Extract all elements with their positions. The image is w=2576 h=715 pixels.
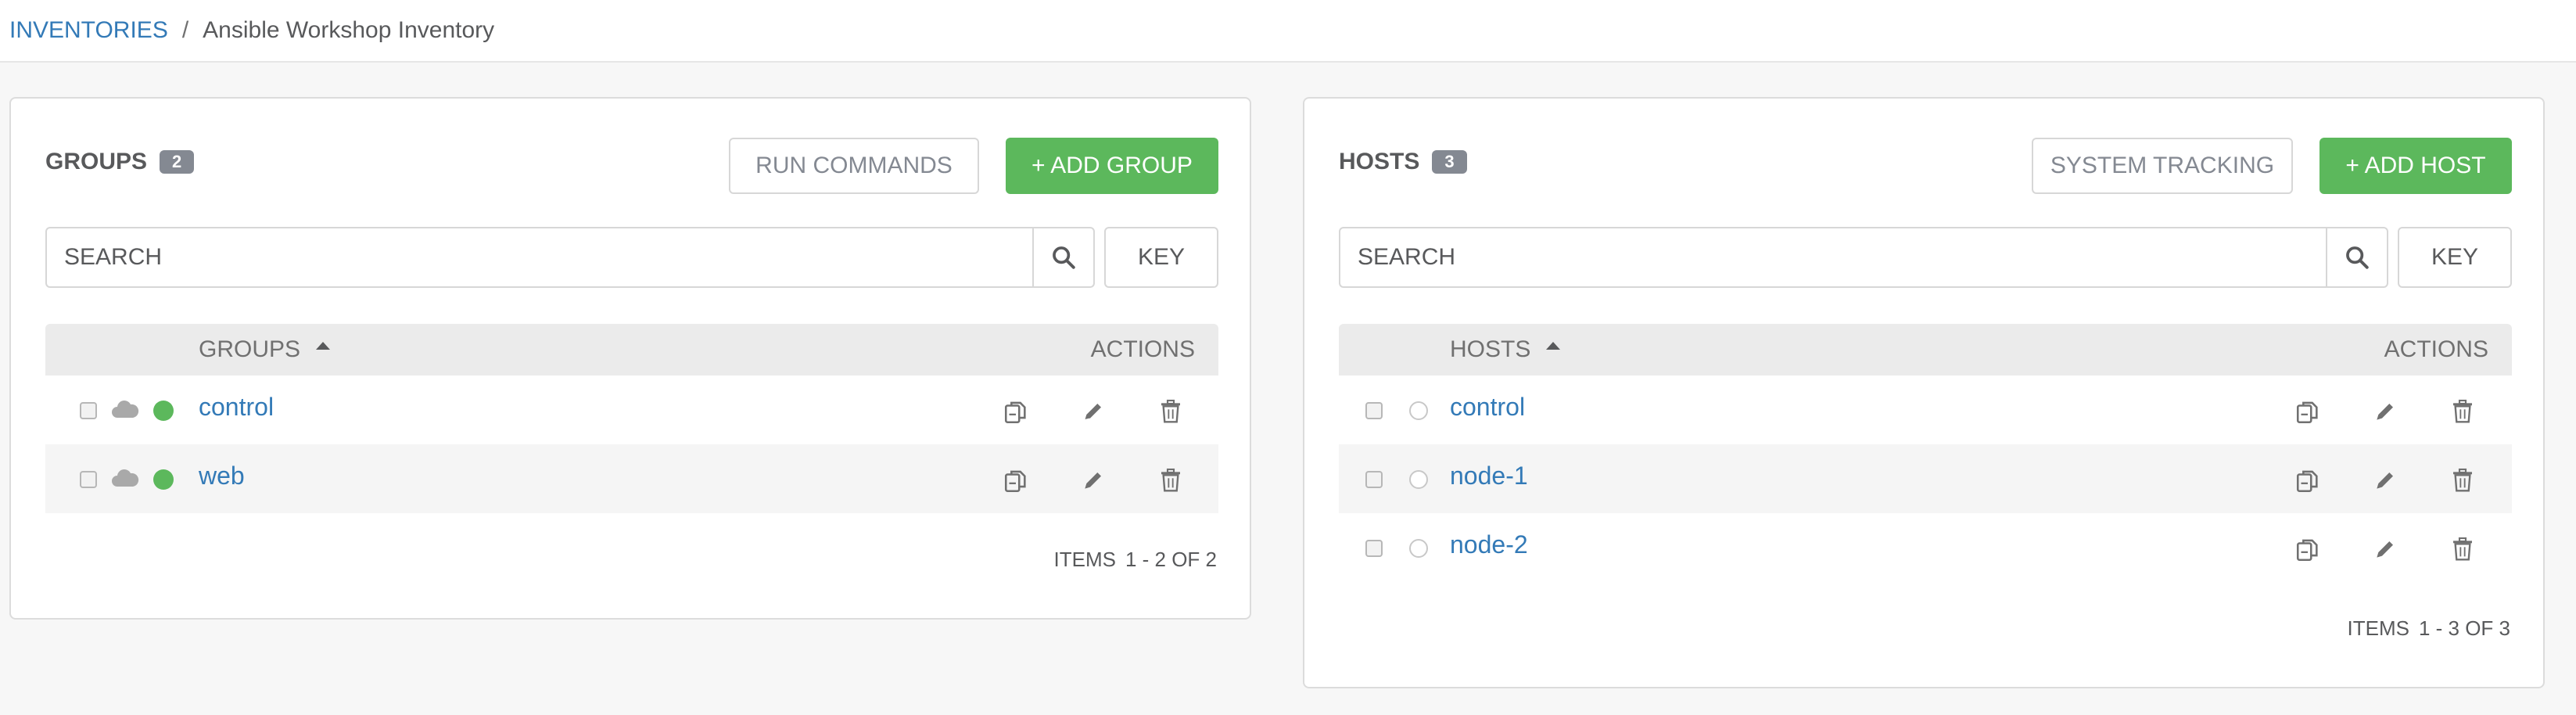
hosts-column-header[interactable]: HOSTS (1450, 336, 1561, 363)
groups-title-label: GROUPS (45, 149, 148, 174)
hosts-column-label: HOSTS (1450, 336, 1531, 362)
groups-table-header: GROUPS ACTIONS (45, 324, 1218, 375)
host-name-link[interactable]: node-2 (1450, 530, 1528, 559)
cloud-icon (112, 469, 139, 487)
row-select-checkbox[interactable] (1365, 471, 1383, 488)
hosts-panel: HOSTS 3 SYSTEM TRACKING + ADD HOST KEY H… (1303, 97, 2545, 688)
trash-icon[interactable] (1159, 399, 1182, 424)
search-icon (1053, 246, 1075, 269)
run-commands-button[interactable]: RUN COMMANDS (729, 138, 979, 194)
copy-icon[interactable] (2294, 468, 2321, 494)
status-none-icon (1409, 470, 1428, 489)
copy-icon[interactable] (1003, 468, 1029, 494)
copy-icon[interactable] (1003, 399, 1029, 426)
search-icon (2346, 246, 2369, 269)
items-range: 1 - 2 OF 2 (1125, 548, 1217, 571)
breadcrumb-current: Ansible Workshop Inventory (203, 17, 495, 43)
items-range: 1 - 3 OF 3 (2418, 616, 2510, 640)
hosts-table-row: node-2 (1339, 513, 2512, 582)
trash-icon[interactable] (1159, 468, 1182, 493)
groups-count-badge: 2 (160, 150, 195, 174)
hosts-search-box (1339, 227, 2388, 288)
breadcrumb-separator: / (181, 17, 189, 43)
groups-pagination-label: ITEMS 1 - 2 OF 2 (1054, 548, 1218, 572)
copy-icon[interactable] (2294, 537, 2321, 563)
hosts-count-badge: 3 (1432, 150, 1467, 174)
sort-ascending-icon (316, 342, 331, 350)
group-name-link[interactable]: web (199, 462, 245, 490)
groups-search-button[interactable] (1032, 228, 1093, 286)
pencil-icon[interactable] (2373, 468, 2398, 493)
row-select-checkbox[interactable] (1365, 540, 1383, 557)
cloud-icon (112, 401, 139, 418)
status-ok-icon (153, 401, 174, 421)
breadcrumb: INVENTORIES / Ansible Workshop Inventory (0, 0, 2576, 63)
hosts-search-button[interactable] (2326, 228, 2387, 286)
groups-column-header[interactable]: GROUPS (199, 336, 331, 363)
groups-table-row: web (45, 444, 1218, 513)
add-host-button[interactable]: + ADD HOST (2319, 138, 2512, 194)
trash-icon[interactable] (2451, 399, 2474, 424)
row-select-checkbox[interactable] (1365, 402, 1383, 419)
groups-panel-title: GROUPS 2 (45, 149, 195, 175)
hosts-title-label: HOSTS (1339, 149, 1420, 174)
trash-icon[interactable] (2451, 468, 2474, 493)
items-label: ITEMS (2347, 616, 2409, 640)
groups-actions-header: ACTIONS (1090, 336, 1195, 362)
add-group-button[interactable]: + ADD GROUP (1006, 138, 1218, 194)
system-tracking-button[interactable]: SYSTEM TRACKING (2032, 138, 2293, 194)
groups-key-button[interactable]: KEY (1104, 227, 1218, 288)
status-none-icon (1409, 401, 1428, 420)
row-select-checkbox[interactable] (80, 471, 97, 488)
hosts-actions-header: ACTIONS (2384, 336, 2488, 362)
groups-search-input[interactable] (47, 228, 1032, 286)
trash-icon[interactable] (2451, 537, 2474, 562)
sort-ascending-icon (1546, 342, 1561, 350)
groups-column-label: GROUPS (199, 336, 301, 362)
groups-panel: GROUPS 2 RUN COMMANDS + ADD GROUP KEY GR… (9, 97, 1251, 620)
row-select-checkbox[interactable] (80, 402, 97, 419)
pencil-icon[interactable] (2373, 399, 2398, 424)
status-none-icon (1409, 539, 1428, 558)
hosts-search-input[interactable] (1340, 228, 2326, 286)
host-name-link[interactable]: control (1450, 393, 1525, 422)
pencil-icon[interactable] (2373, 537, 2398, 562)
pencil-icon[interactable] (1081, 399, 1106, 424)
host-name-link[interactable]: node-1 (1450, 462, 1528, 490)
group-name-link[interactable]: control (199, 393, 274, 422)
hosts-panel-title: HOSTS 3 (1339, 149, 1467, 175)
groups-search-box (45, 227, 1095, 288)
copy-icon[interactable] (2294, 399, 2321, 426)
hosts-table-header: HOSTS ACTIONS (1339, 324, 2512, 375)
breadcrumb-inventories-link[interactable]: INVENTORIES (9, 17, 168, 44)
items-label: ITEMS (1053, 548, 1116, 571)
pencil-icon[interactable] (1081, 468, 1106, 493)
hosts-pagination-label: ITEMS 1 - 3 OF 3 (2348, 616, 2511, 641)
hosts-table-row: node-1 (1339, 444, 2512, 513)
status-ok-icon (153, 469, 174, 490)
hosts-key-button[interactable]: KEY (2398, 227, 2512, 288)
hosts-table-row: control (1339, 375, 2512, 444)
groups-table-row: control (45, 375, 1218, 444)
